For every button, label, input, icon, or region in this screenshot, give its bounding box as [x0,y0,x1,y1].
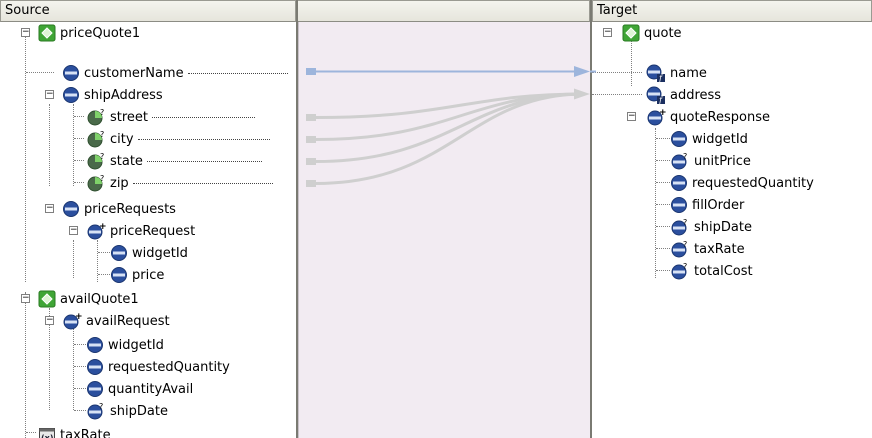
mapping-link-state-to-address[interactable] [306,92,585,165]
mapping-arrowhead-address [574,88,590,100]
mapping-links [306,66,596,187]
mapping-link-customerName-to-name[interactable] [306,66,596,77]
